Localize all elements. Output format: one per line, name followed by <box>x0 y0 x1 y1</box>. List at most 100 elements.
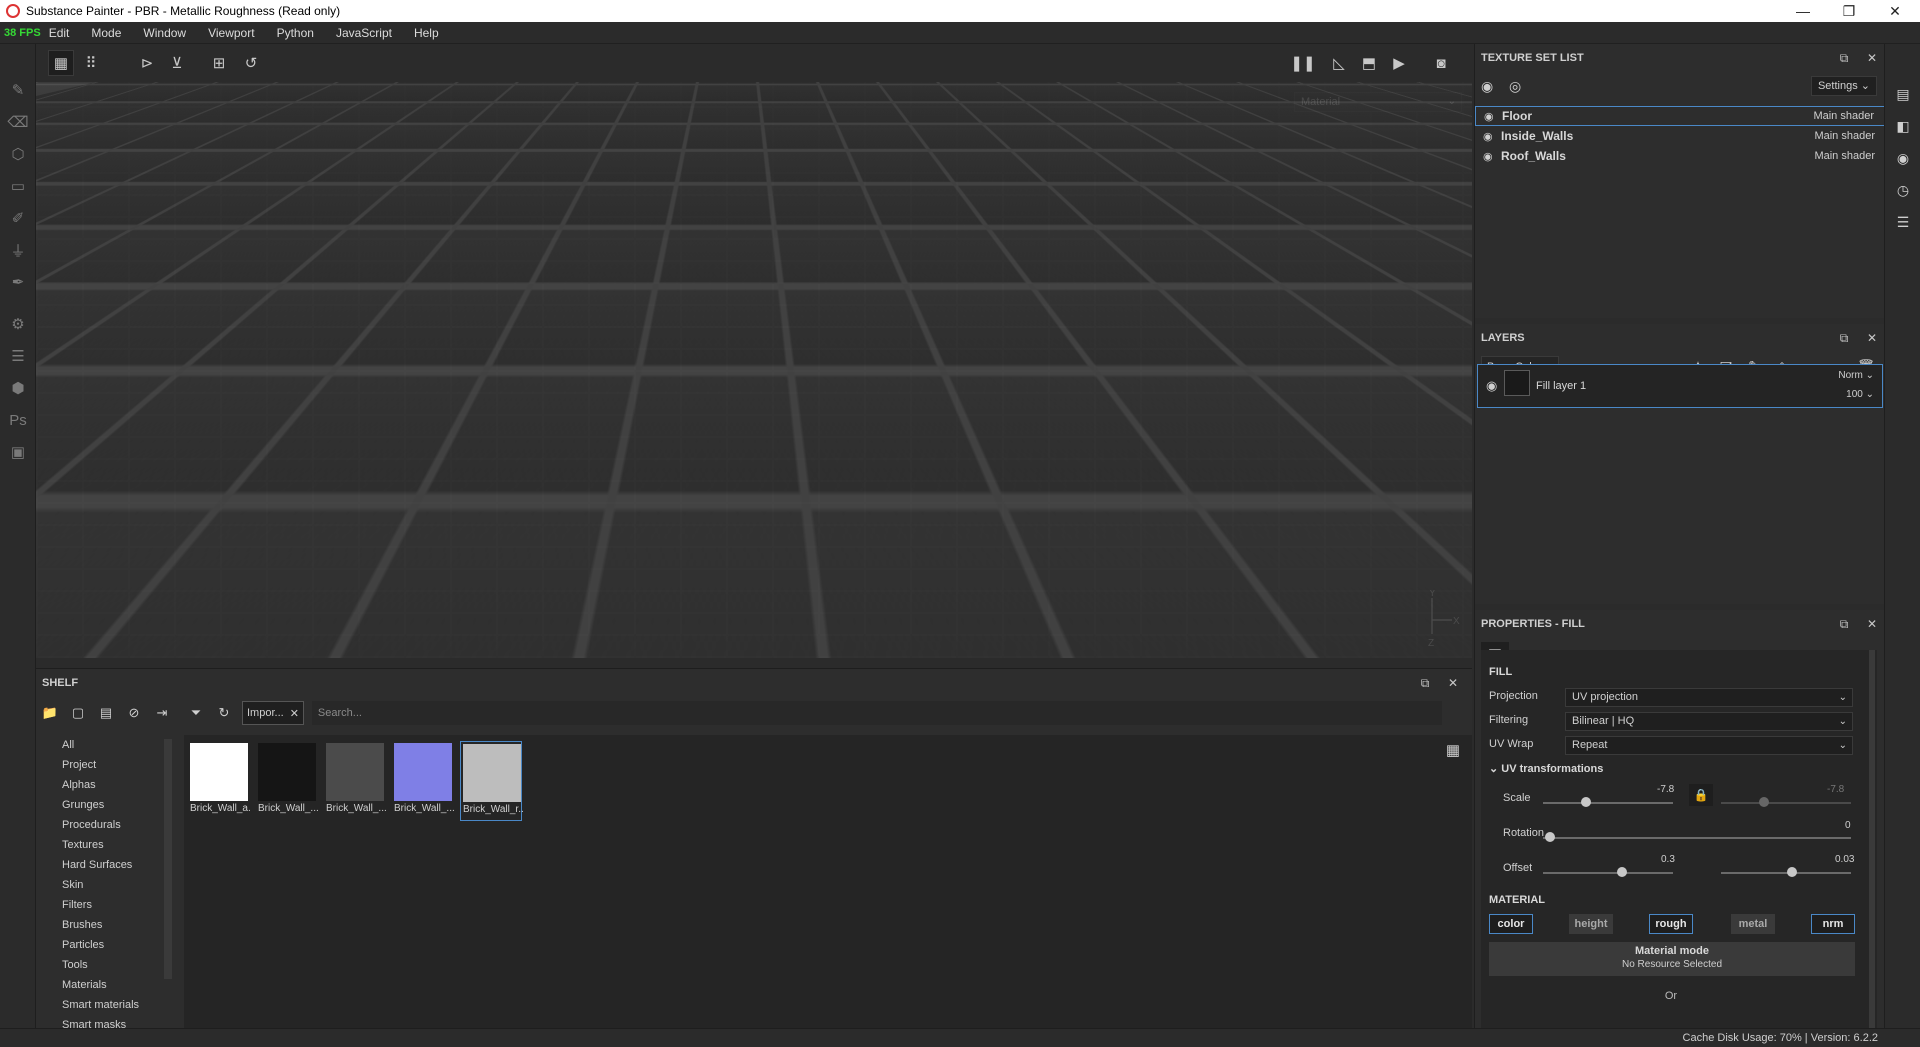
menu-python[interactable]: Python <box>277 26 314 40</box>
scale-slider-track-2[interactable] <box>1721 802 1851 804</box>
properties-scrollbar[interactable] <box>1869 650 1875 1028</box>
channel-nrm-toggle[interactable]: nrm <box>1811 914 1855 934</box>
lock-icon[interactable]: 🔒 <box>1689 784 1713 806</box>
display-settings-icon[interactable]: ◧ <box>1885 110 1920 142</box>
projection-icon[interactable]: ⬡ <box>0 138 36 170</box>
menu-mode[interactable]: Mode <box>91 26 121 40</box>
texture-set-row[interactable]: ◉ Inside_Walls Main shader <box>1475 126 1885 146</box>
eraser-icon[interactable]: ⌫ <box>0 106 36 138</box>
close-panel-icon[interactable]: ✕ <box>1861 610 1883 638</box>
shader-settings-icon[interactable]: ◉ <box>1885 142 1920 174</box>
hide-icon[interactable]: ⊘ <box>120 701 148 725</box>
channel-metal-toggle[interactable]: metal <box>1731 914 1775 934</box>
layer-opacity[interactable]: 100 ⌄ <box>1846 389 1874 400</box>
category-textures[interactable]: Textures <box>36 835 176 855</box>
category-scrollbar[interactable] <box>164 739 172 979</box>
category-all[interactable]: All <box>36 735 176 755</box>
category-alphas[interactable]: Alphas <box>36 775 176 795</box>
viewport-material-select[interactable]: Material ⌄ <box>1294 92 1462 112</box>
shelf-thumbnail[interactable]: Brick_Wall_... <box>324 741 386 821</box>
float-panel-icon[interactable]: ⧉ <box>1833 610 1855 638</box>
filter-icon[interactable]: ⏷ <box>182 701 210 725</box>
close-panel-icon[interactable]: ✕ <box>1861 44 1883 72</box>
iray-icon[interactable]: ⬢ <box>0 372 36 404</box>
log-icon[interactable]: ☰ <box>1885 206 1920 238</box>
offset-slider-track-2[interactable] <box>1721 872 1851 874</box>
viewport-2d-icon[interactable]: ◺ <box>1326 50 1352 76</box>
category-skin[interactable]: Skin <box>36 875 176 895</box>
category-grunges[interactable]: Grunges <box>36 795 176 815</box>
projection-select[interactable]: UV projection ⌄ <box>1565 688 1853 707</box>
eye-icon[interactable]: ◉ <box>1484 110 1502 123</box>
folder-icon[interactable]: 📁 <box>36 701 64 725</box>
scale-value-2[interactable]: -7.8 <box>1827 784 1844 795</box>
eye-icon[interactable]: ◉ <box>1483 150 1501 163</box>
texture-set-row[interactable]: ◉ Roof_Walls Main shader <box>1475 146 1885 166</box>
3d-viewport[interactable]: Material ⌄ Y X Z <box>36 82 1472 658</box>
offset-value-2[interactable]: 0.03 <box>1835 854 1854 865</box>
eye-icon[interactable]: ◉ <box>1486 378 1497 394</box>
eye-icon[interactable]: ◉ <box>1483 130 1501 143</box>
bake-settings-icon[interactable]: ⚙ <box>0 308 36 340</box>
texture-set-shader[interactable]: Main shader <box>1814 130 1875 142</box>
category-materials[interactable]: Materials <box>36 975 176 995</box>
layer-blend-mode[interactable]: Norm ⌄ <box>1838 370 1874 381</box>
scale-slider-handle-2[interactable] <box>1759 797 1769 807</box>
filter-tag-chip[interactable]: Impor... ✕ <box>242 701 304 725</box>
photoshop-export-icon[interactable]: Ps <box>0 404 36 436</box>
maximize-button[interactable]: ❐ <box>1826 0 1872 22</box>
category-smart-materials[interactable]: Smart materials <box>36 995 176 1015</box>
menu-help[interactable]: Help <box>414 26 439 40</box>
rotation-slider-track[interactable] <box>1543 837 1851 839</box>
category-tools[interactable]: Tools <box>36 955 176 975</box>
rotation-slider-handle[interactable] <box>1545 832 1555 842</box>
category-project[interactable]: Project <box>36 755 176 775</box>
category-brushes[interactable]: Brushes <box>36 915 176 935</box>
eye-all-icon[interactable]: ◉ <box>1481 78 1509 95</box>
uvwrap-select[interactable]: Repeat ⌄ <box>1565 736 1853 755</box>
material-mode-dropzone[interactable]: Material mode No Resource Selected <box>1489 942 1855 976</box>
shelf-thumbnail-selected[interactable]: Brick_Wall_r... <box>460 741 523 821</box>
history-icon[interactable]: ↺ <box>238 50 264 76</box>
reset-filter-icon[interactable]: ↻ <box>210 701 238 725</box>
menu-window[interactable]: Window <box>143 26 186 40</box>
pause-icon[interactable]: ❚❚ <box>1290 50 1316 76</box>
layer-row[interactable]: ◉ Fill layer 1 Norm ⌄ 100 ⌄ <box>1477 364 1883 408</box>
export-icon[interactable]: ▣ <box>0 436 36 468</box>
scale-value[interactable]: -7.8 <box>1657 784 1674 795</box>
new-item-icon[interactable]: ▢ <box>64 701 92 725</box>
menu-javascript[interactable]: JavaScript <box>336 26 392 40</box>
import-icon[interactable]: ⇥ <box>148 701 176 725</box>
symmetry-y-icon[interactable]: ⊻ <box>164 50 190 76</box>
eye-solo-icon[interactable]: ◎ <box>1509 78 1537 95</box>
camera-icon[interactable]: ▶ <box>1386 50 1412 76</box>
texture-set-settings-button[interactable]: Settings ⌄ <box>1810 76 1877 96</box>
close-panel-icon[interactable]: ✕ <box>1861 324 1883 352</box>
filtering-select[interactable]: Bilinear | HQ ⌄ <box>1565 712 1853 731</box>
geometry-mask-icon[interactable]: ☰ <box>0 340 36 372</box>
menu-viewport[interactable]: Viewport <box>208 26 254 40</box>
polygon-fill-icon[interactable]: ▭ <box>0 170 36 202</box>
save-item-icon[interactable]: ▤ <box>92 701 120 725</box>
smudge-icon[interactable]: ✐ <box>0 202 36 234</box>
texture-set-shader[interactable]: Main shader <box>1814 150 1875 162</box>
category-procedurals[interactable]: Procedurals <box>36 815 176 835</box>
symmetry-x-icon[interactable]: ⊳ <box>134 50 160 76</box>
shelf-thumbnail[interactable]: Brick_Wall_... <box>256 741 318 821</box>
rotation-value[interactable]: 0 <box>1845 820 1851 831</box>
scale-slider-handle[interactable] <box>1581 797 1591 807</box>
grid-layout-icon[interactable]: ▦ <box>1446 741 1460 759</box>
category-hard-surfaces[interactable]: Hard Surfaces <box>36 855 176 875</box>
float-panel-icon[interactable]: ⧉ <box>1833 44 1855 72</box>
offset-slider-track[interactable] <box>1543 872 1673 874</box>
add-camera-icon[interactable]: ⊞ <box>206 50 232 76</box>
remove-tag-icon[interactable]: ✕ <box>290 707 299 720</box>
float-panel-icon[interactable]: ⧉ <box>1414 669 1436 697</box>
offset-slider-handle[interactable] <box>1617 867 1627 877</box>
shelf-search-input[interactable]: Search... <box>311 701 1442 725</box>
channel-rough-toggle[interactable]: rough <box>1649 914 1693 934</box>
color-picker-icon[interactable]: ✒ <box>0 266 36 298</box>
offset-slider-handle-2[interactable] <box>1787 867 1797 877</box>
channel-color-toggle[interactable]: color <box>1489 914 1533 934</box>
history-icon[interactable]: ◷ <box>1885 174 1920 206</box>
